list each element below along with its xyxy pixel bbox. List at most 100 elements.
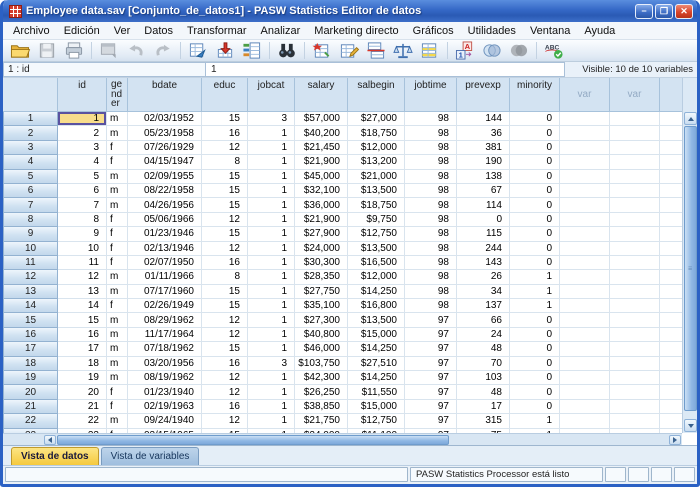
cell-prevexp-row10[interactable]: 244 [457,242,510,256]
cell-bdate-row4[interactable]: 04/15/1947 [128,155,202,169]
cell-salbegin-row15[interactable]: $13,500 [348,313,405,327]
column-header-salary[interactable]: salary [295,78,348,112]
cell-gender-row1[interactable]: m [107,112,128,126]
vertical-scrollbar[interactable]: ≡ [682,78,697,433]
cell-minority-row10[interactable]: 0 [510,242,560,256]
cell-salbegin-row17[interactable]: $14,250 [348,342,405,356]
cell-bdate-row15[interactable]: 08/29/1962 [128,313,202,327]
cell-minority-row14[interactable]: 1 [510,299,560,313]
cell-var-row17[interactable] [560,342,610,356]
cell-var-row21[interactable] [610,400,660,414]
column-header-salbegin[interactable]: salbegin [348,78,405,112]
goto-variable-button[interactable] [212,40,238,61]
cell-salary-row6[interactable]: $32,100 [295,184,348,198]
insert-variable-button[interactable] [336,40,362,61]
cell-gender-row11[interactable]: f [107,256,128,270]
tab-variable-view[interactable]: Vista de variables [101,447,200,465]
cell-jobcat-row8[interactable]: 1 [248,213,295,227]
cell-prevexp-row1[interactable]: 144 [457,112,510,126]
scroll-down-button[interactable] [684,419,697,432]
recall-dialogs-button[interactable] [96,40,122,61]
cell-jobtime-row4[interactable]: 98 [405,155,457,169]
cell-jobtime-row18[interactable]: 97 [405,357,457,371]
cell-bdate-row3[interactable]: 07/26/1929 [128,141,202,155]
cell-var-row7[interactable] [560,198,610,212]
cell-jobcat-row14[interactable]: 1 [248,299,295,313]
value-labels-button[interactable]: A1 [452,40,478,61]
column-header-gender[interactable]: gender [107,78,128,112]
row-header-6[interactable]: 6 [3,184,58,198]
cell-id-row8[interactable]: 8 [58,213,107,227]
scroll-left-button[interactable] [44,435,56,445]
cell-jobtime-row14[interactable]: 98 [405,299,457,313]
cell-id-row18[interactable]: 18 [58,357,107,371]
cell-var-row11[interactable] [560,256,610,270]
cell-var-row9[interactable] [560,227,610,241]
vertical-scroll-thumb[interactable]: ≡ [684,126,697,411]
cell-var-row15[interactable] [560,313,610,327]
cell-minority-row19[interactable]: 0 [510,371,560,385]
show-all-variables-button[interactable] [506,40,532,61]
cell-var-row18[interactable] [560,357,610,371]
cell-prevexp-row4[interactable]: 190 [457,155,510,169]
cell-educ-row14[interactable]: 15 [202,299,248,313]
cell-gender-row8[interactable]: f [107,213,128,227]
cell-bdate-row12[interactable]: 01/11/1966 [128,270,202,284]
cell-jobtime-row12[interactable]: 98 [405,270,457,284]
cell-jobtime-row7[interactable]: 98 [405,198,457,212]
cell-jobtime-row13[interactable]: 98 [405,285,457,299]
row-header-20[interactable]: 20 [3,385,58,399]
cell-jobtime-row20[interactable]: 97 [405,385,457,399]
cell-jobcat-row20[interactable]: 1 [248,385,295,399]
goto-case-button[interactable] [185,40,211,61]
cell-var-row9[interactable] [610,227,660,241]
cell-gender-row2[interactable]: m [107,126,128,140]
cell-gender-row6[interactable]: m [107,184,128,198]
cell-prevexp-row20[interactable]: 48 [457,385,510,399]
column-header-jobcat[interactable]: jobcat [248,78,295,112]
cell-salary-row19[interactable]: $42,300 [295,371,348,385]
cell-salbegin-row21[interactable]: $15,000 [348,400,405,414]
cell-educ-row1[interactable]: 15 [202,112,248,126]
cell-gender-row18[interactable]: m [107,357,128,371]
cell-educ-row20[interactable]: 12 [202,385,248,399]
cell-gender-row5[interactable]: m [107,170,128,184]
cell-prevexp-row2[interactable]: 36 [457,126,510,140]
scroll-right-button[interactable] [669,435,681,445]
column-header-minority[interactable]: minority [510,78,560,112]
row-header-11[interactable]: 11 [3,256,58,270]
cell-bdate-row2[interactable]: 05/23/1958 [128,126,202,140]
tab-data-view[interactable]: Vista de datos [11,447,99,465]
split-file-button[interactable] [363,40,389,61]
cell-var-row12[interactable] [560,270,610,284]
cell-gender-row21[interactable]: f [107,400,128,414]
cell-salbegin-row19[interactable]: $14,250 [348,371,405,385]
cell-salary-row2[interactable]: $40,200 [295,126,348,140]
cell-id-row9[interactable]: 9 [58,227,107,241]
use-variable-sets-button[interactable] [479,40,505,61]
cell-prevexp-row18[interactable]: 70 [457,357,510,371]
horizontal-scrollbar[interactable] [3,433,682,445]
cell-minority-row4[interactable]: 0 [510,155,560,169]
cell-var-row16[interactable] [610,328,660,342]
cell-prevexp-row13[interactable]: 34 [457,285,510,299]
cell-minority-row2[interactable]: 0 [510,126,560,140]
cell-jobtime-row19[interactable]: 97 [405,371,457,385]
cell-id-row14[interactable]: 14 [58,299,107,313]
cell-prevexp-row11[interactable]: 143 [457,256,510,270]
menu-datos[interactable]: Datos [137,24,180,38]
cell-salary-row4[interactable]: $21,900 [295,155,348,169]
row-header-1[interactable]: 1 [3,112,58,126]
cell-salary-row16[interactable]: $40,800 [295,328,348,342]
cell-salbegin-row20[interactable]: $11,550 [348,385,405,399]
insert-cases-button[interactable] [309,40,335,61]
cell-minority-row20[interactable]: 0 [510,385,560,399]
cell-gender-row3[interactable]: f [107,141,128,155]
cell-var-row5[interactable] [610,170,660,184]
cell-educ-row22[interactable]: 12 [202,414,248,428]
row-header-18[interactable]: 18 [3,357,58,371]
grid-corner-cell[interactable] [3,78,58,112]
cell-var-row1[interactable] [610,112,660,126]
cell-var-row3[interactable] [610,141,660,155]
cell-prevexp-row15[interactable]: 66 [457,313,510,327]
